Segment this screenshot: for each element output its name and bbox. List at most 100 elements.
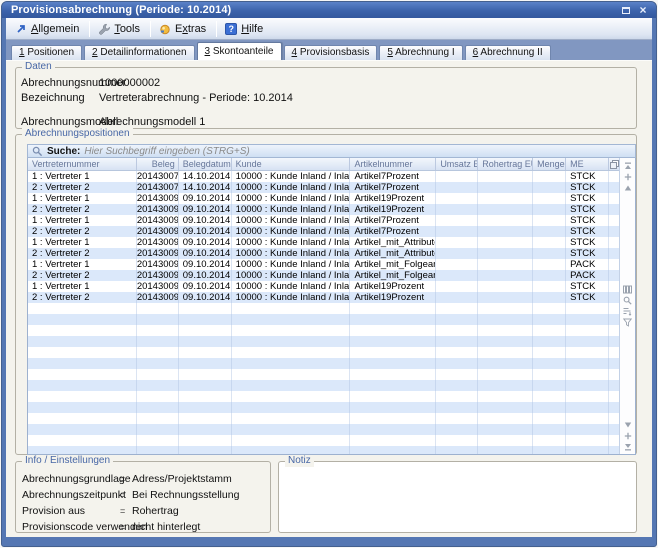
column-header-belegdatum[interactable]: Belegdatum	[179, 158, 232, 170]
table-row[interactable]: 1 : Vertreter 12014300909.10.2014 /Do100…	[28, 215, 619, 226]
field-value: 1000000002	[99, 77, 160, 89]
cell	[137, 435, 179, 446]
window-close-button[interactable]: ×	[636, 4, 650, 16]
cell: 2 : Vertreter 2	[28, 226, 137, 237]
cell	[533, 380, 566, 391]
cell	[179, 435, 232, 446]
cell: 1 : Vertreter 1	[28, 171, 137, 182]
cell	[28, 413, 137, 424]
daten-group: Daten Abrechnungsnummer1000000002Bezeich…	[15, 67, 637, 129]
toolbar-button-extras[interactable]: Extras	[153, 20, 214, 38]
cell	[566, 413, 609, 424]
column-header-me[interactable]: ME	[566, 158, 609, 170]
cell	[436, 336, 478, 347]
columns-icon-button[interactable]	[622, 284, 634, 295]
info-row: Provisionscode verwenden=nicht hinterleg…	[22, 519, 270, 535]
cell	[436, 358, 478, 369]
cell	[28, 446, 137, 454]
toolbar-button-allgemein[interactable]: Allgemein	[9, 20, 87, 38]
cell	[609, 325, 619, 336]
cell: 1 : Vertreter 1	[28, 237, 137, 248]
cell	[478, 336, 533, 347]
info-row: Abrechnungszeitpunkt=Bei Rechnungsstellu…	[22, 487, 270, 503]
field-label: Bezeichnung	[21, 92, 99, 104]
table-row[interactable]: 2 : Vertreter 22014300909.10.2014 /Do100…	[28, 204, 619, 215]
table-row[interactable]: 1 : Vertreter 12014300909.10.2014 /Do100…	[28, 237, 619, 248]
cell	[436, 314, 478, 325]
cell: 20143007	[137, 182, 179, 193]
cell	[533, 259, 566, 270]
search-input[interactable]: Suche: Hier Suchbegriff eingeben (STRG+S…	[27, 144, 636, 158]
column-chooser-button[interactable]	[609, 158, 619, 170]
cell	[533, 402, 566, 413]
cell	[179, 402, 232, 413]
cell	[350, 435, 436, 446]
daten-group-title: Daten	[22, 61, 55, 73]
cell: 20143009	[137, 204, 179, 215]
cell	[533, 435, 566, 446]
tab-detailinformationen[interactable]: 2 Detailinformationen	[84, 45, 195, 60]
column-header-kunde[interactable]: Kunde	[232, 158, 351, 170]
table-row-empty	[28, 413, 619, 424]
row-plus-icon-button[interactable]	[622, 430, 634, 441]
cell	[179, 380, 232, 391]
cell	[232, 369, 351, 380]
tab-abrechnung-i[interactable]: 5 Abrechnung I	[379, 45, 462, 60]
column-header-rohertrag-eur[interactable]: Rohertrag EUR	[478, 158, 533, 170]
field-label: Abrechnungsnummer	[21, 77, 99, 89]
row-plus-icon-button[interactable]	[622, 171, 634, 182]
table-row[interactable]: 2 : Vertreter 22014300714.10.2014 /Di100…	[28, 182, 619, 193]
window-restore-button[interactable]	[619, 4, 633, 16]
column-header-artikelnummer[interactable]: Artikelnummer	[350, 158, 436, 170]
cell	[566, 303, 609, 314]
cell	[179, 325, 232, 336]
cell	[609, 413, 619, 424]
cell	[533, 215, 566, 226]
table-row-empty	[28, 380, 619, 391]
scroll-up-icon-button[interactable]	[622, 182, 634, 193]
cell: Artikel_mit_Folgeartikel	[350, 259, 436, 270]
info-label: Provisionscode verwenden	[22, 521, 120, 533]
grid-main: VertreternummerBelegBelegdatumKundeArtik…	[28, 158, 619, 454]
scroll-down-icon-button[interactable]	[622, 419, 634, 430]
sort-icon-button[interactable]	[622, 306, 634, 317]
notiz-group[interactable]: Notiz	[278, 461, 637, 533]
cell: STCK	[566, 237, 609, 248]
tab-positionen[interactable]: 1 Positionen	[11, 45, 82, 60]
table-row[interactable]: 2 : Vertreter 22014300909.10.2014 /Do100…	[28, 270, 619, 281]
info-einstellungen-group: Info / Einstellungen Abrechnungsgrundlag…	[15, 461, 271, 533]
tab-skontoanteile[interactable]: 3 Skontoanteile	[197, 42, 282, 60]
toolbar-button-tools[interactable]: Tools	[92, 20, 148, 38]
column-header-menge[interactable]: Menge	[533, 158, 566, 170]
toolbar-button-hilfe[interactable]: ?Hilfe	[219, 20, 271, 38]
toolbar-separator	[216, 21, 217, 37]
cell	[478, 204, 533, 215]
toolbar-separator	[89, 21, 90, 37]
table-row[interactable]: 1 : Vertreter 12014300714.10.2014 /Di100…	[28, 171, 619, 182]
cell: Artikel19Prozent	[350, 281, 436, 292]
column-header-beleg[interactable]: Beleg	[137, 158, 179, 170]
app-window: Provisionsabrechnung (Periode: 10.2014) …	[1, 1, 657, 547]
tab-abrechnung-ii[interactable]: 6 Abrechnung II	[465, 45, 551, 60]
table-row[interactable]: 2 : Vertreter 22014300909.10.2014 /Do100…	[28, 292, 619, 303]
grid-search-icon-button[interactable]	[622, 295, 634, 306]
table-row[interactable]: 1 : Vertreter 12014300909.10.2014 /Do100…	[28, 193, 619, 204]
cell	[28, 391, 137, 402]
table-row[interactable]: 2 : Vertreter 22014300909.10.2014 /Do100…	[28, 248, 619, 259]
table-row[interactable]: 1 : Vertreter 12014300909.10.2014 /Do100…	[28, 281, 619, 292]
column-header-vertreternummer[interactable]: Vertreternummer	[28, 158, 137, 170]
table-row[interactable]: 2 : Vertreter 22014300909.10.2014 /Do100…	[28, 226, 619, 237]
filter-icon	[623, 318, 632, 327]
scroll-top-icon-button[interactable]	[622, 160, 634, 171]
cell: 09.10.2014 /Do	[179, 226, 232, 237]
tab-provisionsbasis[interactable]: 4 Provisionsbasis	[284, 45, 378, 60]
cell	[478, 325, 533, 336]
column-header-umsatz-eur[interactable]: Umsatz EUR	[436, 158, 478, 170]
table-row[interactable]: 1 : Vertreter 12014300909.10.2014 /Do100…	[28, 259, 619, 270]
window-title: Provisionsabrechnung (Periode: 10.2014)	[11, 4, 616, 16]
scroll-top-icon	[624, 162, 632, 170]
scroll-bottom-icon-button[interactable]	[622, 441, 634, 452]
filter-icon-button[interactable]	[622, 317, 634, 328]
columns-icon	[623, 285, 632, 294]
cell	[350, 358, 436, 369]
